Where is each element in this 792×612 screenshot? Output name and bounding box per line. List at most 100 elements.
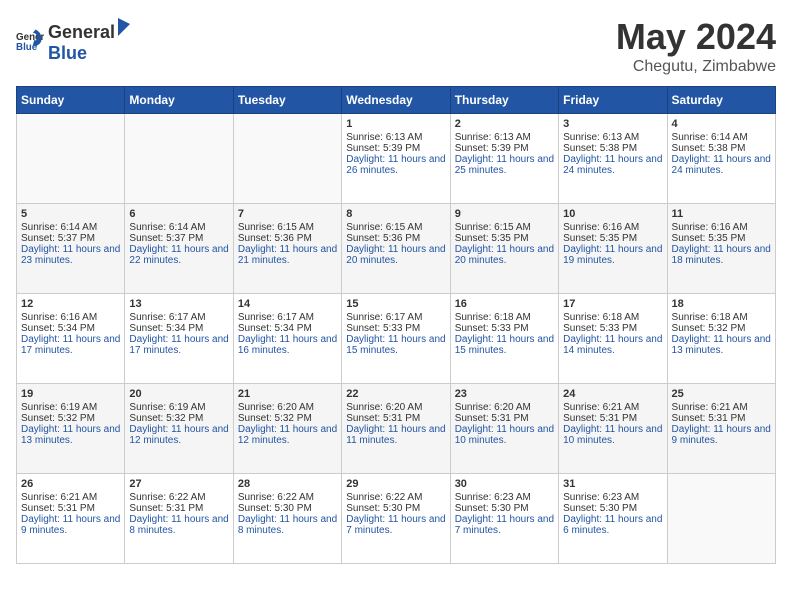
cell-content-line: Sunset: 5:30 PM — [455, 503, 554, 514]
calendar-cell: 13Sunrise: 6:17 AMSunset: 5:34 PMDayligh… — [125, 294, 233, 384]
day-number: 30 — [455, 478, 554, 490]
page-header: General Blue General Blue May 2024 Chegu… — [16, 16, 776, 76]
cell-content-line: Daylight: 11 hours and 20 minutes. — [455, 244, 554, 266]
calendar-cell: 25Sunrise: 6:21 AMSunset: 5:31 PMDayligh… — [667, 384, 775, 474]
cell-content-line: Daylight: 11 hours and 19 minutes. — [563, 244, 662, 266]
cell-content-line: Sunset: 5:31 PM — [21, 503, 120, 514]
day-number: 23 — [455, 388, 554, 400]
cell-content-line: Sunset: 5:37 PM — [21, 233, 120, 244]
cell-content-line: Sunrise: 6:15 AM — [238, 222, 337, 233]
cell-content-line: Sunrise: 6:22 AM — [346, 492, 445, 503]
cell-content-line: Sunrise: 6:17 AM — [346, 312, 445, 323]
logo-icon: General Blue — [16, 26, 44, 54]
cell-content-line: Daylight: 11 hours and 17 minutes. — [129, 334, 228, 356]
cell-content-line: Sunrise: 6:20 AM — [455, 402, 554, 413]
cell-content-line: Daylight: 11 hours and 13 minutes. — [672, 334, 771, 356]
day-number: 7 — [238, 208, 337, 220]
day-number: 25 — [672, 388, 771, 400]
cell-content-line: Sunrise: 6:23 AM — [563, 492, 662, 503]
cell-content-line: Daylight: 11 hours and 20 minutes. — [346, 244, 445, 266]
calendar-cell: 4Sunrise: 6:14 AMSunset: 5:38 PMDaylight… — [667, 114, 775, 204]
cell-content-line: Sunrise: 6:16 AM — [563, 222, 662, 233]
logo: General Blue General Blue — [16, 16, 133, 64]
day-number: 6 — [129, 208, 228, 220]
cell-content-line: Daylight: 11 hours and 6 minutes. — [563, 514, 662, 536]
calendar-cell: 14Sunrise: 6:17 AMSunset: 5:34 PMDayligh… — [233, 294, 341, 384]
cell-content-line: Daylight: 11 hours and 24 minutes. — [563, 154, 662, 176]
day-number: 22 — [346, 388, 445, 400]
cell-content-line: Daylight: 11 hours and 22 minutes. — [129, 244, 228, 266]
calendar-cell: 6Sunrise: 6:14 AMSunset: 5:37 PMDaylight… — [125, 204, 233, 294]
day-number: 11 — [672, 208, 771, 220]
logo-text-blue: Blue — [48, 43, 87, 63]
day-number: 14 — [238, 298, 337, 310]
day-number: 1 — [346, 118, 445, 130]
calendar-cell: 10Sunrise: 6:16 AMSunset: 5:35 PMDayligh… — [559, 204, 667, 294]
cell-content-line: Sunrise: 6:14 AM — [672, 132, 771, 143]
day-of-week-header: Friday — [559, 87, 667, 114]
cell-content-line: Sunrise: 6:20 AM — [346, 402, 445, 413]
cell-content-line: Daylight: 11 hours and 7 minutes. — [346, 514, 445, 536]
cell-content-line: Daylight: 11 hours and 15 minutes. — [346, 334, 445, 356]
calendar-cell: 9Sunrise: 6:15 AMSunset: 5:35 PMDaylight… — [450, 204, 558, 294]
cell-content-line: Daylight: 11 hours and 14 minutes. — [563, 334, 662, 356]
calendar-cell — [17, 114, 125, 204]
cell-content-line: Daylight: 11 hours and 10 minutes. — [563, 424, 662, 446]
calendar-cell: 16Sunrise: 6:18 AMSunset: 5:33 PMDayligh… — [450, 294, 558, 384]
cell-content-line: Sunset: 5:33 PM — [455, 323, 554, 334]
day-number: 19 — [21, 388, 120, 400]
days-of-week-row: SundayMondayTuesdayWednesdayThursdayFrid… — [17, 87, 776, 114]
day-number: 12 — [21, 298, 120, 310]
day-number: 5 — [21, 208, 120, 220]
cell-content-line: Daylight: 11 hours and 8 minutes. — [238, 514, 337, 536]
day-number: 27 — [129, 478, 228, 490]
cell-content-line: Daylight: 11 hours and 25 minutes. — [455, 154, 554, 176]
cell-content-line: Sunrise: 6:21 AM — [672, 402, 771, 413]
cell-content-line: Sunrise: 6:20 AM — [238, 402, 337, 413]
day-number: 29 — [346, 478, 445, 490]
cell-content-line: Sunset: 5:39 PM — [346, 143, 445, 154]
calendar-week-row: 1Sunrise: 6:13 AMSunset: 5:39 PMDaylight… — [17, 114, 776, 204]
calendar-cell: 3Sunrise: 6:13 AMSunset: 5:38 PMDaylight… — [559, 114, 667, 204]
cell-content-line: Daylight: 11 hours and 26 minutes. — [346, 154, 445, 176]
day-number: 8 — [346, 208, 445, 220]
cell-content-line: Sunrise: 6:14 AM — [21, 222, 120, 233]
cell-content-line: Sunset: 5:35 PM — [672, 233, 771, 244]
day-of-week-header: Sunday — [17, 87, 125, 114]
cell-content-line: Daylight: 11 hours and 24 minutes. — [672, 154, 771, 176]
day-number: 18 — [672, 298, 771, 310]
cell-content-line: Sunset: 5:31 PM — [455, 413, 554, 424]
calendar-cell: 12Sunrise: 6:16 AMSunset: 5:34 PMDayligh… — [17, 294, 125, 384]
cell-content-line: Daylight: 11 hours and 23 minutes. — [21, 244, 120, 266]
calendar-cell: 8Sunrise: 6:15 AMSunset: 5:36 PMDaylight… — [342, 204, 450, 294]
cell-content-line: Sunset: 5:35 PM — [455, 233, 554, 244]
calendar-cell — [233, 114, 341, 204]
month-title: May 2024 — [616, 16, 776, 58]
calendar-cell: 27Sunrise: 6:22 AMSunset: 5:31 PMDayligh… — [125, 474, 233, 564]
day-number: 31 — [563, 478, 662, 490]
cell-content-line: Sunrise: 6:13 AM — [563, 132, 662, 143]
cell-content-line: Sunset: 5:34 PM — [238, 323, 337, 334]
cell-content-line: Daylight: 11 hours and 18 minutes. — [672, 244, 771, 266]
cell-content-line: Daylight: 11 hours and 17 minutes. — [21, 334, 120, 356]
cell-content-line: Sunrise: 6:22 AM — [238, 492, 337, 503]
day-number: 10 — [563, 208, 662, 220]
cell-content-line: Sunrise: 6:18 AM — [672, 312, 771, 323]
day-of-week-header: Tuesday — [233, 87, 341, 114]
cell-content-line: Sunrise: 6:23 AM — [455, 492, 554, 503]
cell-content-line: Sunset: 5:32 PM — [129, 413, 228, 424]
calendar-cell: 19Sunrise: 6:19 AMSunset: 5:32 PMDayligh… — [17, 384, 125, 474]
cell-content-line: Sunrise: 6:13 AM — [346, 132, 445, 143]
cell-content-line: Sunrise: 6:21 AM — [563, 402, 662, 413]
day-number: 26 — [21, 478, 120, 490]
calendar-cell — [125, 114, 233, 204]
calendar-body: 1Sunrise: 6:13 AMSunset: 5:39 PMDaylight… — [17, 114, 776, 564]
cell-content-line: Sunrise: 6:16 AM — [672, 222, 771, 233]
cell-content-line: Sunrise: 6:16 AM — [21, 312, 120, 323]
calendar-cell: 11 Sunrise: 6:16 AMSunset: 5:35 PMDayligh… — [667, 204, 775, 294]
calendar-cell: 22Sunrise: 6:20 AMSunset: 5:31 PMDayligh… — [342, 384, 450, 474]
cell-content-line: Daylight: 11 hours and 16 minutes. — [238, 334, 337, 356]
day-number: 28 — [238, 478, 337, 490]
day-number: 24 — [563, 388, 662, 400]
calendar-cell: 30Sunrise: 6:23 AMSunset: 5:30 PMDayligh… — [450, 474, 558, 564]
